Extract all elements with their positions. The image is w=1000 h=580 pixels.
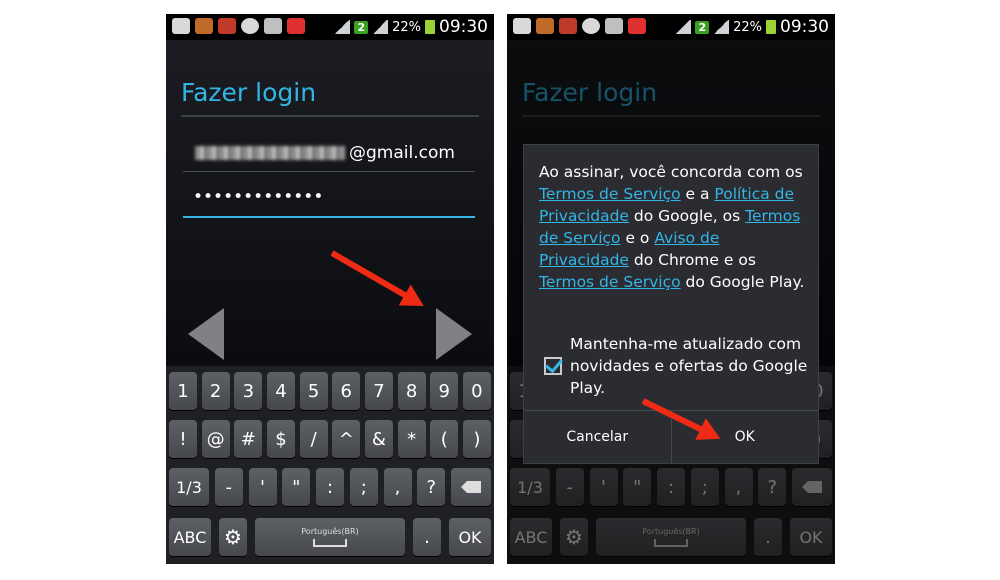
data-badge: 2	[695, 20, 710, 34]
key-apostrophe[interactable]: '	[248, 468, 277, 506]
key-comma[interactable]: ,	[383, 468, 412, 506]
key-dollar[interactable]: $	[266, 420, 295, 458]
app-icon	[195, 18, 213, 34]
terms-of-service-link-3[interactable]: Termos de Serviço	[539, 273, 681, 291]
next-arrow-button[interactable]	[436, 308, 472, 360]
app-icon	[536, 18, 554, 34]
phone-screen-terms-dialog: 2 22% 09:30 Fazer login 1 2 3 4 5 6 7 8 …	[507, 14, 835, 564]
key-asterisk[interactable]: *	[397, 420, 426, 458]
key-abc[interactable]: ABC	[169, 518, 211, 556]
terms-of-service-link[interactable]: Termos de Serviço	[539, 185, 681, 203]
battery-icon	[766, 20, 776, 34]
key-7[interactable]: 7	[364, 372, 393, 410]
key-at[interactable]: @	[201, 420, 230, 458]
key-question[interactable]: ?	[417, 468, 446, 506]
terms-text-part: do Chrome e os	[628, 251, 756, 269]
space-icon	[313, 539, 347, 547]
language-label: Português(BR)	[301, 527, 359, 536]
app-icon	[218, 18, 236, 34]
page-title: Fazer login	[181, 78, 317, 107]
terms-text-part: Ao assinar, você concorda com os	[539, 163, 803, 181]
terms-text-part: do Google Play.	[680, 273, 805, 291]
updates-checkbox[interactable]	[544, 357, 562, 375]
key-open-paren[interactable]: (	[430, 420, 459, 458]
key-period[interactable]: .	[413, 518, 441, 556]
plus-icon	[172, 18, 190, 34]
key-semicolon[interactable]: ;	[349, 468, 378, 506]
clock: 09:30	[780, 17, 829, 37]
wifi-icon	[675, 20, 692, 34]
cancel-button[interactable]: Cancelar	[524, 411, 671, 463]
key-close-paren[interactable]: )	[462, 420, 491, 458]
key-4[interactable]: 4	[266, 372, 295, 410]
key-9[interactable]: 9	[430, 372, 459, 410]
terms-text-part: do Google, os	[628, 207, 746, 225]
key-ampersand[interactable]: &	[364, 420, 393, 458]
terms-text: Ao assinar, você concorda com os Termos …	[539, 161, 811, 293]
plus-icon	[513, 18, 531, 34]
key-hash[interactable]: #	[234, 420, 263, 458]
keyboard: 1 2 3 4 5 6 7 8 9 0 ! @ # $ / ^ & * ( ) …	[166, 366, 494, 564]
image-icon	[264, 18, 282, 34]
battery-icon	[425, 20, 435, 34]
status-bar: 2 22% 09:30	[507, 14, 835, 40]
key-8[interactable]: 8	[397, 372, 426, 410]
chat-icon	[241, 18, 259, 34]
key-5[interactable]: 5	[299, 372, 328, 410]
key-dash[interactable]: -	[214, 468, 243, 506]
password-field[interactable]: •••••••••••••	[183, 180, 475, 218]
terms-text-part: e o	[620, 229, 655, 247]
email-field[interactable]: @gmail.com	[183, 135, 475, 172]
key-quote[interactable]: "	[282, 468, 311, 506]
key-1[interactable]: 1	[169, 372, 197, 410]
backspace-key[interactable]	[451, 468, 491, 506]
key-colon[interactable]: :	[316, 468, 344, 506]
title-divider	[181, 115, 479, 117]
key-caret[interactable]: ^	[332, 420, 361, 458]
key-0[interactable]: 0	[462, 372, 491, 410]
data-badge: 2	[354, 20, 369, 34]
key-slash[interactable]: /	[299, 420, 328, 458]
updates-checkbox-row[interactable]: Mantenha-me atualizado com novidades e o…	[544, 333, 812, 399]
terms-text-part: e a	[680, 185, 715, 203]
image-icon	[605, 18, 623, 34]
key-ok[interactable]: OK	[449, 518, 491, 556]
battery-percent: 22%	[392, 19, 421, 35]
ok-button[interactable]: OK	[670, 411, 819, 463]
battery-percent: 22%	[733, 19, 762, 35]
blurred-username	[195, 146, 345, 160]
notification-icons	[172, 18, 305, 34]
key-3[interactable]: 3	[234, 372, 263, 410]
space-key[interactable]: Português(BR)	[255, 518, 405, 556]
signal-icon	[713, 20, 730, 34]
wifi-icon	[334, 20, 351, 34]
signal-icon	[372, 20, 389, 34]
missed-call-icon	[628, 18, 646, 34]
settings-key[interactable]: ⚙	[219, 518, 247, 556]
status-bar: 2 22% 09:30	[166, 14, 494, 40]
clock: 09:30	[439, 17, 488, 37]
key-exclamation[interactable]: !	[169, 420, 197, 458]
phone-screen-login: 2 22% 09:30 Fazer login @gmail.com •••••…	[166, 14, 494, 564]
back-arrow-button[interactable]	[188, 308, 224, 360]
gear-icon: ⚙	[224, 525, 242, 549]
missed-call-icon	[287, 18, 305, 34]
key-2[interactable]: 2	[201, 372, 230, 410]
updates-checkbox-label: Mantenha-me atualizado com novidades e o…	[570, 335, 808, 397]
app-icon	[559, 18, 577, 34]
email-domain: @gmail.com	[349, 143, 455, 163]
key-page-toggle[interactable]: 1/3	[169, 468, 209, 506]
backspace-icon	[461, 481, 481, 493]
key-6[interactable]: 6	[332, 372, 361, 410]
chat-icon	[582, 18, 600, 34]
notification-icons	[513, 18, 646, 34]
